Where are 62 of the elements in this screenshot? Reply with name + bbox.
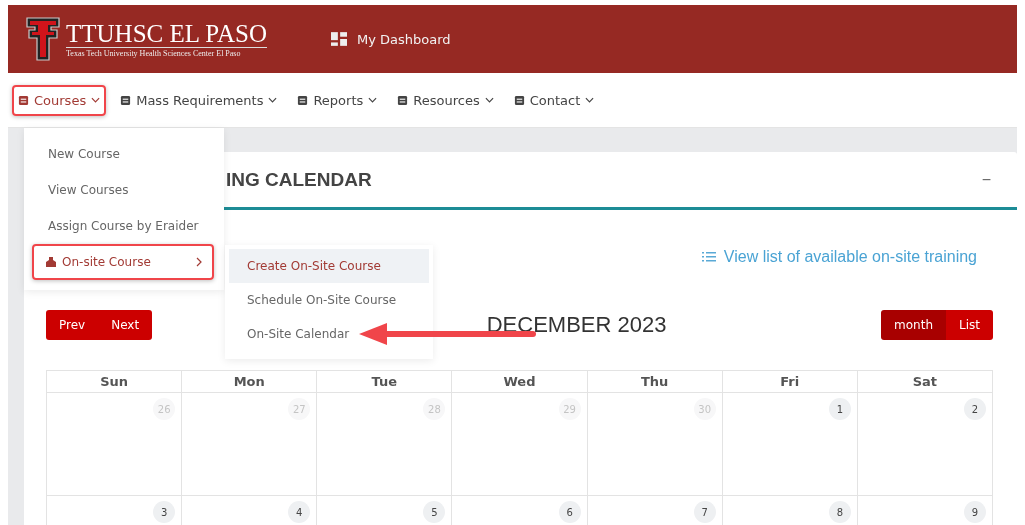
logo-subtitle: Texas Tech University Health Sciences Center El Paso: [66, 46, 267, 58]
collapse-button[interactable]: −: [977, 170, 995, 189]
submenu-item[interactable]: On-Site Calendar: [229, 317, 368, 351]
day-number: 1: [828, 398, 851, 420]
menu-icon: [513, 94, 525, 106]
caret-icon: [585, 97, 595, 103]
day-number: 2: [964, 398, 986, 420]
day-number: 3: [153, 501, 176, 523]
day-cell[interactable]: 3: [47, 496, 183, 525]
day-cell[interactable]: 9: [857, 496, 993, 525]
day-number: 6: [558, 501, 581, 523]
next-button[interactable]: Next: [98, 310, 153, 340]
weekday-header: Tue: [317, 371, 453, 393]
caret-icon: [368, 97, 378, 103]
weekday-header: Thu: [587, 371, 723, 393]
day-number: 8: [828, 501, 851, 523]
view-toggle-button[interactable]: List: [946, 310, 993, 340]
dropdown-menu-item[interactable]: Assign Course by Eraider: [24, 208, 224, 244]
card-title: ING CALENDAR: [226, 168, 372, 191]
prev-button[interactable]: Prev: [46, 310, 99, 340]
menu-icon: [397, 94, 409, 106]
dropdown-menu-item[interactable]: View Courses: [24, 172, 224, 208]
menu-icon: [18, 94, 29, 106]
view-toggle-button[interactable]: month: [881, 310, 946, 340]
day-cell[interactable]: 5: [317, 496, 453, 525]
submenu-item[interactable]: Schedule On-Site Course: [229, 283, 415, 317]
day-number: 5: [423, 501, 446, 523]
dashboard-link[interactable]: My Dashboard: [330, 31, 451, 47]
caret-icon: [484, 97, 494, 103]
caret-icon: [268, 97, 278, 103]
dashboard-icon: [330, 32, 347, 46]
menu-icon: [120, 94, 132, 106]
dropdown-menu-item[interactable]: New Course: [24, 136, 224, 172]
menu-icon: [297, 94, 309, 106]
nav-menu-item[interactable]: Courses: [12, 84, 107, 116]
nav-menu-item[interactable]: Mass Requirements: [114, 84, 284, 116]
day-cell[interactable]: 6: [452, 496, 588, 525]
weekday-header: Sat: [857, 371, 993, 393]
weekday-header: Fri: [722, 371, 858, 393]
day-cell[interactable]: 4: [182, 496, 318, 525]
day-cell[interactable]: 7: [587, 496, 723, 525]
day-cell[interactable]: 2: [857, 393, 993, 496]
double-t-logo-icon: [26, 17, 60, 61]
weekday-header: Wed: [452, 371, 588, 393]
logo-title: TTUHSC EL PASO: [66, 20, 267, 47]
nav-menu-item[interactable]: Resources: [391, 84, 500, 116]
building-icon: [46, 257, 56, 267]
chevron-right-icon: [196, 257, 202, 267]
day-number: 4: [288, 501, 311, 523]
submenu-item[interactable]: Create On-Site Course: [229, 249, 429, 283]
list-icon: [701, 251, 716, 263]
calendar-title: DECEMBER 2023: [486, 312, 667, 338]
nav-menu-item[interactable]: Reports: [291, 84, 384, 116]
day-cell[interactable]: 1: [722, 393, 858, 496]
dropdown-menu-item[interactable]: On-site Course: [32, 244, 214, 280]
nav-menu-item[interactable]: Contact: [507, 84, 601, 116]
day-number: 9: [964, 501, 986, 523]
caret-icon: [91, 97, 101, 103]
weekday-header: Sun: [47, 371, 183, 393]
weekday-header: Mon: [182, 371, 318, 393]
day-cell[interactable]: 8: [722, 496, 858, 525]
day-number: 7: [693, 501, 716, 523]
